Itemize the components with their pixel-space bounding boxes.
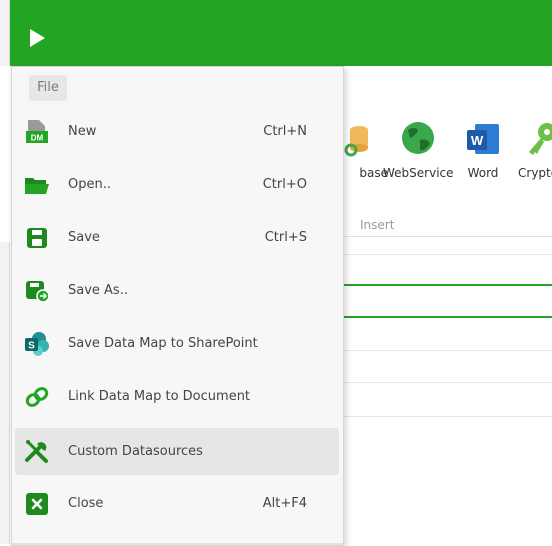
- folder-open-icon: [24, 172, 50, 198]
- menu-item-label: Save As..: [68, 283, 128, 298]
- menu-item-label: New: [68, 124, 97, 139]
- menu-item-label: Save Data Map to SharePoint: [68, 336, 258, 351]
- menu-item-shortcut: Alt+F4: [262, 496, 307, 511]
- file-menu-header: File: [12, 67, 343, 107]
- menu-item-shortcut: Ctrl+O: [262, 177, 307, 192]
- file-menu: File DM New Ctrl+N Open.. Ctrl+O Save Ct…: [11, 66, 344, 546]
- sharepoint-icon: S: [24, 331, 50, 357]
- grid-line: [343, 382, 552, 383]
- menu-item-label: Close: [68, 496, 104, 511]
- app-header-bar: [0, 0, 552, 66]
- menu-item-label: Save: [68, 230, 100, 245]
- menu-item-link-document[interactable]: Link Data Map to Document: [15, 373, 339, 420]
- menu-item-custom-datasources[interactable]: Custom Datasources: [15, 428, 339, 475]
- key-icon: [521, 120, 552, 160]
- grid-line: [343, 254, 552, 255]
- svg-text:DM: DM: [31, 134, 44, 143]
- ribbon-group-label: Insert: [360, 218, 395, 232]
- menu-item-save[interactable]: Save Ctrl+S: [15, 214, 339, 261]
- ribbon-webservice-button[interactable]: WebService: [383, 120, 454, 180]
- ribbon-crypto-button[interactable]: Crypto: [506, 120, 552, 180]
- run-icon[interactable]: [30, 29, 45, 47]
- menu-item-shortcut: Ctrl+S: [264, 230, 307, 245]
- menu-item-label: Link Data Map to Document: [68, 389, 251, 404]
- menu-item-new[interactable]: DM New Ctrl+N: [15, 108, 339, 155]
- grid-line: [343, 416, 552, 417]
- menu-item-label: Custom Datasources: [68, 444, 203, 459]
- menu-item-close[interactable]: Close Alt+F4: [15, 480, 339, 527]
- link-icon: [24, 384, 50, 410]
- new-datamap-icon: DM: [24, 119, 50, 145]
- menu-item-save-as[interactable]: Save As..: [15, 267, 339, 314]
- globe-icon: [398, 120, 438, 160]
- file-tab[interactable]: File: [29, 75, 67, 101]
- save-as-icon: [24, 278, 50, 304]
- close-icon: [24, 491, 50, 517]
- grid-line: [343, 350, 552, 351]
- menu-item-open[interactable]: Open.. Ctrl+O: [15, 161, 339, 208]
- word-icon: W: [463, 120, 503, 160]
- menu-item-shortcut: Ctrl+N: [263, 124, 307, 139]
- ribbon-divider: [343, 236, 552, 237]
- data-grid[interactable]: [343, 254, 552, 544]
- svg-text:W: W: [471, 133, 484, 148]
- menu-divider: [12, 543, 343, 545]
- tools-icon: [24, 439, 50, 465]
- save-icon: [24, 225, 50, 251]
- menu-item-save-sharepoint[interactable]: S Save Data Map to SharePoint: [15, 320, 339, 367]
- svg-text:S: S: [28, 341, 35, 352]
- grid-line-accent: [343, 284, 552, 286]
- grid-line-accent: [343, 316, 552, 318]
- ribbon-webservice-label: WebService: [383, 166, 454, 180]
- ribbon-crypto-label: Crypto: [518, 166, 552, 180]
- menu-item-label: Open..: [68, 177, 111, 192]
